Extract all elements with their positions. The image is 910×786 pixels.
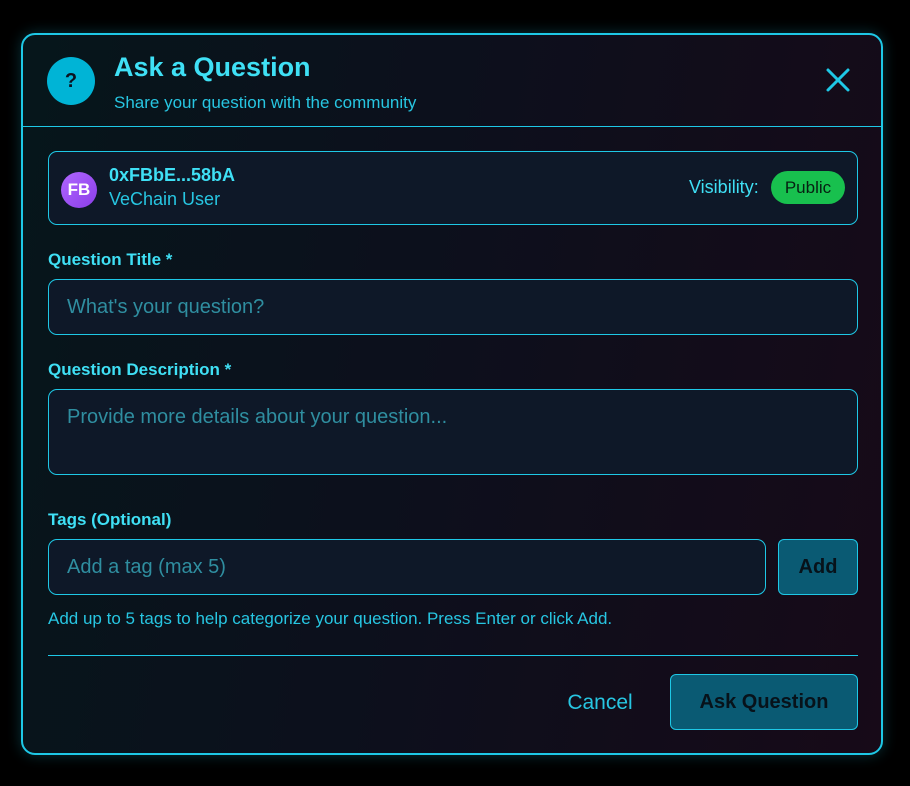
- question-description-input[interactable]: [48, 389, 858, 475]
- dialog-header: ? Ask a Question Share your question wit…: [23, 35, 881, 127]
- close-button[interactable]: [823, 65, 853, 95]
- question-title-label: Question Title *: [48, 250, 173, 269]
- ask-question-button[interactable]: Ask Question: [670, 674, 858, 730]
- close-icon: [826, 68, 850, 92]
- question-title-input[interactable]: [48, 279, 858, 335]
- tags-hint: Add up to 5 tags to help categorize your…: [48, 609, 613, 628]
- ask-question-dialog: ? Ask a Question Share your question wit…: [21, 33, 883, 755]
- dialog-title: Ask a Question: [114, 52, 311, 82]
- visibility-badge: Public: [771, 171, 845, 204]
- user-address: 0xFBbE...58bA: [109, 165, 236, 185]
- question-icon: ?: [47, 57, 95, 105]
- question-description-label: Question Description *: [48, 360, 232, 379]
- visibility-label: Visibility:: [689, 177, 759, 197]
- cancel-button[interactable]: Cancel: [553, 675, 647, 731]
- user-role: VeChain User: [109, 189, 221, 209]
- tag-input[interactable]: [48, 539, 766, 595]
- tags-label: Tags (Optional): [48, 510, 172, 529]
- avatar: FB: [61, 172, 97, 208]
- user-card: FB 0xFBbE...58bA VeChain User Visibility…: [48, 151, 858, 225]
- footer-divider: [48, 655, 858, 656]
- dialog-subtitle: Share your question with the community: [114, 93, 417, 112]
- add-tag-button[interactable]: Add: [778, 539, 858, 595]
